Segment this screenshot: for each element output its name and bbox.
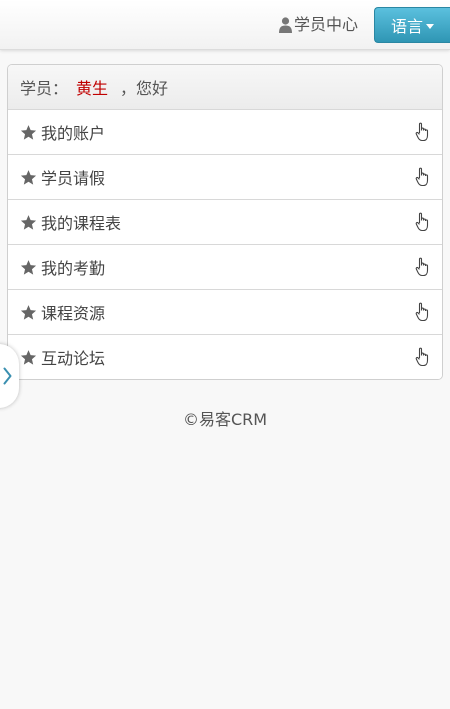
welcome-header: 学员： 黄生 ，您好 — [8, 65, 442, 110]
menu-item-label: 互动论坛 — [41, 349, 106, 368]
star-icon — [20, 259, 37, 275]
menu-item-label: 课程资源 — [41, 304, 106, 323]
menu-item-label: 我的考勤 — [41, 259, 106, 278]
student-menu-panel: 学员： 黄生 ，您好 我的账户 学员请假 我的课程表 我的考勤 课程资源 互动论… — [7, 64, 443, 380]
menu-item-student-leave[interactable]: 学员请假 — [8, 155, 442, 200]
star-icon — [20, 349, 37, 365]
student-prefix: 学员： — [20, 79, 69, 98]
chevron-right-icon — [3, 367, 12, 385]
side-drawer-toggle[interactable] — [0, 344, 19, 408]
student-name: 黄生 — [76, 79, 109, 98]
greeting-text: ，您好 — [120, 79, 169, 98]
menu-item-my-timetable[interactable]: 我的课程表 — [8, 200, 442, 245]
menu-item-label: 我的账户 — [41, 124, 106, 143]
menu-item-my-attendance[interactable]: 我的考勤 — [8, 245, 442, 290]
hand-pointer-icon — [415, 122, 429, 142]
hand-pointer-icon — [415, 257, 429, 277]
hand-pointer-icon — [415, 167, 429, 187]
menu-item-course-resources[interactable]: 课程资源 — [8, 290, 442, 335]
user-center-link[interactable]: 学员中心 — [278, 14, 358, 36]
hand-pointer-icon — [415, 347, 429, 367]
menu-item-label: 学员请假 — [41, 169, 106, 188]
language-dropdown-button[interactable]: 语言 — [374, 7, 450, 43]
menu-item-label: 我的课程表 — [41, 214, 122, 233]
hand-pointer-icon — [415, 212, 429, 232]
user-center-label: 学员中心 — [293, 15, 358, 34]
footer-copyright: ©易客CRM — [182, 410, 268, 429]
menu-item-forum[interactable]: 互动论坛 — [8, 335, 442, 379]
star-icon — [20, 169, 37, 185]
caret-down-icon — [426, 23, 434, 29]
star-icon — [20, 124, 37, 140]
menu-item-my-account[interactable]: 我的账户 — [8, 110, 442, 155]
top-navbar: 学员中心 语言 — [0, 0, 450, 50]
star-icon — [20, 214, 37, 230]
user-icon — [278, 17, 292, 33]
language-label: 语言 — [390, 17, 423, 36]
hand-pointer-icon — [415, 302, 429, 322]
star-icon — [20, 304, 37, 320]
